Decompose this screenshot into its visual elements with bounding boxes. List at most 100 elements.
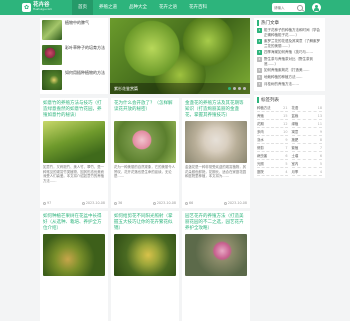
tag-item[interactable]: 盆栽 13 — [291, 113, 322, 120]
list-item[interactable]: 彩叶草种子的培育方法 — [40, 43, 108, 68]
tag-name[interactable]: 养殖 — [257, 113, 264, 119]
tag-name[interactable]: 施肥 — [292, 137, 299, 143]
eye-icon — [114, 201, 117, 205]
search-box — [272, 3, 305, 12]
hot-article-item[interactable]: 5 如何养殖紫荆花（打造美…… — [257, 68, 322, 73]
search-input[interactable] — [274, 5, 296, 10]
tag-name[interactable]: 多肉 — [257, 129, 264, 135]
hot-article-title[interactable]: 野生茶与养殖茶对比（野生茶到底……） — [264, 57, 322, 66]
tag-item[interactable]: 施肥 8 — [291, 137, 322, 144]
tag-item[interactable]: 多肉 10 — [257, 129, 288, 136]
article-card[interactable]: 如何种植芒果树在花盆中长得好（从选种、栽培、养护全方位介绍） — [40, 211, 108, 321]
carousel-dot[interactable] — [243, 87, 246, 90]
tag-item[interactable]: 绿植 11 — [291, 121, 322, 128]
article-title[interactable]: 如意竹的养殖方法与技巧（打造绿意盎然的如意竹花园，养殖如意竹的秘诀） — [40, 98, 108, 120]
tag-item[interactable]: 土壤 6 — [291, 153, 322, 160]
article-title[interactable]: 如何种植芒果树在花盆中长得好（从选种、栽培、养护全方位介绍） — [40, 211, 108, 233]
article-meta: 36 2023-10-08 — [114, 201, 176, 205]
tag-item[interactable]: 月季 4 — [291, 169, 322, 176]
article-card[interactable]: 园艺花卉的养殖方法（打造美丽花园的不二之选，园艺花卉养护全攻略） — [182, 211, 250, 321]
search-icon[interactable] — [297, 4, 303, 11]
tag-name[interactable]: 花语 — [292, 105, 299, 111]
hot-article-item[interactable]: 2 紫罗兰花的花语及其寓意（了解紫罗兰花的美丽……） — [257, 39, 322, 48]
hot-article-title[interactable]: 月桂树的养殖方法…… — [264, 82, 299, 87]
user-icon[interactable] — [312, 3, 321, 12]
tag-name[interactable]: 盆栽 — [292, 113, 299, 119]
nav-flower-language[interactable]: 花卉之语 — [153, 0, 183, 15]
tag-item[interactable]: 光照 5 — [257, 161, 288, 168]
list-item-title[interactable]: 植物中的脾气 — [65, 20, 89, 35]
hot-article-title[interactable]: 四季海棠如何养殖（技巧与…… — [264, 50, 313, 55]
article-image[interactable] — [185, 234, 247, 276]
tag-name[interactable]: 庭院 — [257, 169, 264, 175]
tag-name[interactable]: 光照 — [257, 161, 264, 167]
tag-name[interactable]: 绿植 — [292, 121, 299, 127]
article-card[interactable]: 如意竹的养殖方法与技巧（打造绿意盎然的如意竹花园，养殖如意竹的秘诀） 如意竹，又… — [40, 98, 108, 208]
carousel-dot[interactable] — [228, 87, 231, 90]
list-item-title[interactable]: 彩叶草种子的培育方法 — [65, 45, 105, 60]
article-meta: 97 2023-10-08 — [43, 201, 105, 205]
tag-name[interactable]: 种植方法 — [257, 105, 271, 111]
article-title[interactable]: 如何给剪花不同阳光照射（掌握五大技巧让你的花卉繁花似锦） — [111, 211, 179, 233]
tag-item[interactable]: 病虫害 6 — [257, 153, 288, 160]
tag-item[interactable]: 繁殖 7 — [291, 145, 322, 152]
logo-text: 花卉谷 Huahuigu.com — [33, 3, 52, 11]
list-item[interactable]: 如何用插种植物的方法 — [40, 68, 108, 93]
article-image[interactable] — [43, 234, 105, 276]
hot-article-title[interactable]: 地栽种植的种植方法…… — [264, 75, 303, 80]
thumbnail-image[interactable] — [42, 70, 62, 90]
hot-article-title[interactable]: 紫罗兰花的花语及其寓意（了解紫罗兰花的美丽……） — [264, 39, 322, 48]
hot-article-item[interactable]: 7 月桂树的养殖方法…… — [257, 82, 322, 87]
tag-name[interactable]: 花期 — [257, 121, 264, 127]
article-image[interactable] — [185, 121, 247, 163]
article-date: 2023-10-08 — [152, 201, 176, 205]
hot-article-title[interactable]: 如何养殖紫荆花（打造美…… — [264, 68, 310, 73]
nav-home[interactable]: 首页 — [72, 0, 93, 15]
nav-care[interactable]: 养殖之道 — [93, 0, 123, 15]
tag-item[interactable]: 种植方法 21 — [257, 105, 288, 112]
tag-name[interactable]: 室内 — [292, 161, 299, 167]
carousel-dot[interactable] — [233, 87, 236, 90]
tag-item[interactable]: 养殖 15 — [257, 113, 288, 120]
hot-article-item[interactable]: 6 地栽种植的种植方法…… — [257, 75, 322, 80]
article-card[interactable]: 如何给剪花不同阳光照射（掌握五大技巧让你的花卉繁花似锦） — [111, 211, 179, 321]
nav-varieties[interactable]: 品种大全 — [123, 0, 153, 15]
article-image[interactable] — [43, 121, 105, 163]
hot-article-item[interactable]: 4 野生茶与养殖茶对比（野生茶到底……） — [257, 57, 322, 66]
tag-name[interactable]: 病虫害 — [257, 153, 267, 159]
hot-article-item[interactable]: 3 四季海棠如何养殖（技巧与…… — [257, 50, 322, 55]
article-title[interactable]: 花为什么会开放了？（怎样解读花开放的秘密） — [111, 98, 179, 120]
thumbnail-image[interactable] — [42, 20, 62, 40]
list-item[interactable]: 植物中的脾气 — [40, 18, 108, 43]
tag-name[interactable]: 寓意 — [292, 129, 299, 135]
tag-count: 7 — [285, 146, 288, 150]
article-card[interactable]: 金盏花的养殖方法及其花期等知识（打造绚丽美丽的金盏花，掌握其养殖技巧） 金盏花是… — [182, 98, 250, 208]
tag-name[interactable]: 修剪 — [257, 145, 264, 151]
thumbnail-image[interactable] — [42, 45, 62, 65]
tag-name[interactable]: 月季 — [292, 169, 299, 175]
article-title[interactable]: 金盏花的养殖方法及其花期等知识（打造绚丽美丽的金盏花，掌握其养殖技巧） — [182, 98, 250, 120]
tag-name[interactable]: 浇水 — [257, 137, 264, 143]
tag-item[interactable]: 修剪 7 — [257, 145, 288, 152]
article-card[interactable]: 花为什么会开放了？（怎样解读花开放的秘密） 花为一种美丽的自然现象，它的美丽令人… — [111, 98, 179, 208]
tag-item[interactable]: 浇水 9 — [257, 137, 288, 144]
hot-articles: 热门文章 1 栀子花种子的种植方法和时间（学会正确种植栀子花……） 2 紫罗兰花的花… — [254, 18, 325, 91]
tag-item[interactable]: 花语 18 — [291, 105, 322, 112]
nav-encyclopedia[interactable]: 花卉百科 — [183, 0, 213, 15]
article-image[interactable] — [114, 121, 176, 163]
list-item-title[interactable]: 如何用插种植物的方法 — [65, 70, 105, 85]
tag-item[interactable]: 庭院 4 — [257, 169, 288, 176]
image-carousel[interactable]: 紫杉花鉴赏篇 — [110, 18, 250, 94]
tag-name[interactable]: 繁殖 — [292, 145, 299, 151]
clock-icon — [81, 201, 85, 205]
hot-article-title[interactable]: 栀子花种子的种植方法和时间（学会正确种植栀子花……） — [264, 28, 322, 37]
site-logo[interactable]: ✿ 花卉谷 Huahuigu.com — [22, 1, 52, 14]
tag-item[interactable]: 花期 12 — [257, 121, 288, 128]
hot-article-item[interactable]: 1 栀子花种子的种植方法和时间（学会正确种植栀子花……） — [257, 28, 322, 37]
article-title[interactable]: 园艺花卉的养殖方法（打造美丽花园的不二之选，园艺花卉养护全攻略） — [182, 211, 250, 233]
article-image[interactable] — [114, 234, 176, 276]
tag-item[interactable]: 寓意 9 — [291, 129, 322, 136]
carousel-dot[interactable] — [238, 87, 241, 90]
tag-item[interactable]: 室内 5 — [291, 161, 322, 168]
tag-name[interactable]: 土壤 — [292, 153, 299, 159]
